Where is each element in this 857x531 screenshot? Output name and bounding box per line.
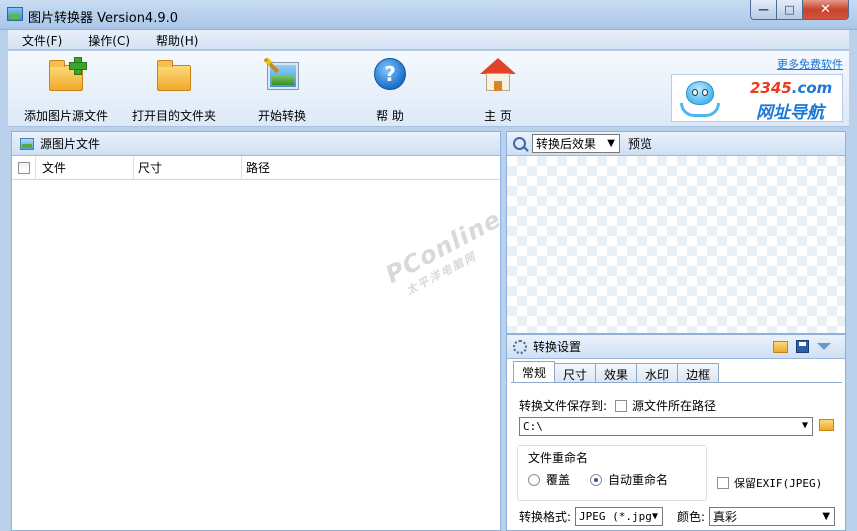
add-source-button[interactable]: 添加图片源文件 <box>22 57 110 124</box>
select-all-checkbox[interactable] <box>12 155 36 180</box>
title-bar: 图片转换器 Version4.9.0 — □ ✕ <box>0 0 857 30</box>
magnifier-icon <box>513 137 526 150</box>
rename-overwrite-option[interactable]: 覆盖 <box>528 471 570 488</box>
rename-auto-option[interactable]: 自动重命名 <box>590 471 668 488</box>
file-list[interactable] <box>12 181 500 530</box>
overwrite-radio[interactable] <box>528 473 540 486</box>
tab-effect[interactable]: 效果 <box>595 363 638 382</box>
source-files-header: 源图片文件 <box>12 132 500 156</box>
folder-icon <box>155 57 193 93</box>
preview-canvas <box>507 156 845 333</box>
color-select[interactable]: 真彩 ▼ <box>709 507 836 526</box>
window-title: 图片转换器 Version4.9.0 <box>28 11 179 26</box>
preview-label: 预览 <box>628 137 653 151</box>
menu-operation[interactable]: 操作(C) <box>88 30 130 49</box>
auto-rename-radio[interactable] <box>590 473 602 486</box>
overwrite-label: 覆盖 <box>546 473 571 487</box>
keep-exif-label: 保留EXIF(JPEG) <box>734 477 823 490</box>
help-label: 帮 助 <box>376 109 404 123</box>
start-convert-label: 开始转换 <box>257 109 306 123</box>
save-to-row: 转换文件保存到: 源文件所在路径 <box>519 397 716 414</box>
settings-panel: 转换设置 常规 尺寸 效果 水印 边框 转换文件保存到: 源文件所在路径 C:\… <box>506 334 846 531</box>
window-controls: — □ ✕ <box>750 0 849 20</box>
settings-title: 转换设置 <box>533 340 582 354</box>
preview-mode-select[interactable]: 转换后效果 ▼ <box>532 134 620 153</box>
maximize-button[interactable]: □ <box>777 0 803 20</box>
source-path-label: 源文件所在路径 <box>632 399 717 413</box>
source-files-panel: 源图片文件 文件 尺寸 路径 PConline 太平洋电脑网 <box>11 131 506 531</box>
add-source-label: 添加图片源文件 <box>23 109 108 123</box>
save-to-label: 转换文件保存到: <box>519 399 608 413</box>
minimize-button[interactable]: — <box>750 0 777 20</box>
magic-wand-icon: ✦ <box>263 55 301 93</box>
menu-file[interactable]: 文件(F) <box>22 30 62 49</box>
keep-exif-checkbox[interactable] <box>717 477 729 489</box>
keep-exif-option[interactable]: 保留EXIF(JPEG) <box>717 475 822 491</box>
format-label: 转换格式: <box>519 510 572 524</box>
open-dest-label: 打开目的文件夹 <box>131 109 216 123</box>
column-size[interactable]: 尺寸 <box>134 155 242 180</box>
preview-panel: 转换后效果 ▼ 预览 <box>506 131 846 334</box>
home-label: 主 页 <box>484 109 512 123</box>
menu-bar: 文件(F) 操作(C) 帮助(H) <box>8 30 849 50</box>
octopus-mascot-icon <box>680 81 720 119</box>
column-file[interactable]: 文件 <box>36 155 134 180</box>
toolbar: 添加图片源文件 打开目的文件夹 ✦ 开始转换 ? 帮 助 主 页 更多免费软件 … <box>8 51 849 127</box>
output-path-input[interactable]: C:\ ▼ <box>519 417 813 436</box>
color-label: 颜色: <box>677 510 706 524</box>
more-free-software-link[interactable]: 更多免费软件 <box>777 56 843 72</box>
tab-watermark[interactable]: 水印 <box>636 363 679 382</box>
gear-icon <box>513 339 527 354</box>
tab-size[interactable]: 尺寸 <box>554 363 597 382</box>
color-row: 颜色: 真彩 ▼ <box>677 507 836 526</box>
tab-general[interactable]: 常规 <box>513 361 556 382</box>
collapse-icon[interactable] <box>817 343 831 350</box>
app-icon <box>7 7 23 21</box>
column-path[interactable]: 路径 <box>242 156 500 180</box>
auto-rename-label: 自动重命名 <box>608 473 669 487</box>
help-icon: ? <box>371 57 409 93</box>
format-select[interactable]: JPEG (*.jpg ▼ <box>575 507 664 526</box>
settings-header: 转换设置 <box>507 335 845 359</box>
tab-border[interactable]: 边框 <box>677 363 720 382</box>
rename-group: 文件重命名 覆盖 自动重命名 <box>517 445 707 501</box>
home-button[interactable]: 主 页 <box>476 57 520 124</box>
ad-slogan: 网址导航 <box>756 103 824 122</box>
home-icon <box>479 57 517 93</box>
image-icon <box>20 137 34 150</box>
source-files-title: 源图片文件 <box>40 137 101 151</box>
file-list-header: 文件 尺寸 路径 <box>12 155 500 180</box>
open-dest-button[interactable]: 打开目的文件夹 <box>130 57 218 124</box>
load-settings-icon[interactable] <box>773 340 788 353</box>
save-settings-icon[interactable] <box>796 340 809 353</box>
rename-group-label: 文件重命名 <box>528 451 589 465</box>
settings-tabs: 常规 尺寸 效果 水印 边框 <box>513 361 720 382</box>
help-button[interactable]: ? 帮 助 <box>368 57 412 124</box>
preview-header: 转换后效果 ▼ 预览 <box>507 132 845 156</box>
source-path-checkbox[interactable] <box>615 399 628 412</box>
format-row: 转换格式: JPEG (*.jpg ▼ <box>519 507 664 526</box>
general-tab-body: 转换文件保存到: 源文件所在路径 C:\ ▼ 文件重命名 覆盖 自动重命名 保留E… <box>511 382 842 531</box>
add-folder-icon <box>47 57 87 93</box>
close-button[interactable]: ✕ <box>803 0 849 20</box>
ad-banner[interactable]: 2345.com 网址导航 <box>671 74 843 122</box>
ad-brand: 2345.com <box>750 79 833 97</box>
start-convert-button[interactable]: ✦ 开始转换 <box>252 55 312 124</box>
menu-help[interactable]: 帮助(H) <box>156 30 198 49</box>
browse-folder-icon[interactable] <box>819 419 834 431</box>
